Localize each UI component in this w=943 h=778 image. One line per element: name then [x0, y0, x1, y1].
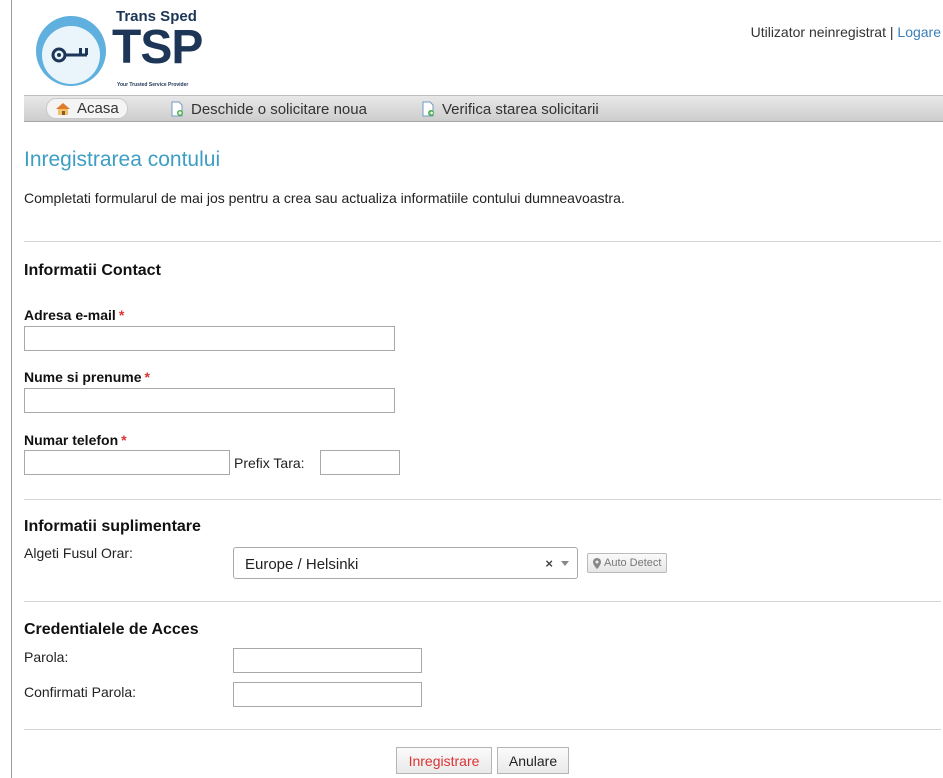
- timezone-label: Algeti Fusul Orar:: [24, 545, 133, 561]
- auto-detect-label: Auto Detect: [604, 557, 662, 569]
- country-prefix-field[interactable]: [320, 450, 400, 475]
- confirm-password-label: Confirmati Parola:: [24, 684, 137, 700]
- divider: [24, 601, 941, 602]
- map-marker-icon: [593, 557, 601, 569]
- timezone-value: Europe / Helsinki: [245, 556, 359, 573]
- phone-label-text: Numar telefon: [24, 432, 119, 448]
- required-mark: *: [144, 369, 150, 385]
- home-icon: [56, 102, 70, 115]
- user-separator: |: [889, 24, 894, 40]
- timezone-select[interactable]: Europe / Helsinki ×: [233, 547, 578, 579]
- chevron-down-icon[interactable]: [561, 561, 569, 566]
- required-mark: *: [121, 432, 127, 448]
- nav-item-check-status[interactable]: Verifica starea solicitarii: [412, 98, 607, 120]
- phone-field[interactable]: [24, 450, 230, 475]
- required-mark: *: [118, 307, 125, 323]
- section-title-extra: Informatii suplimentare: [24, 518, 201, 535]
- nav-label-new-request: Deschide o solicitare noua: [191, 100, 367, 118]
- main-nav: Acasa Deschide o solicitare noua Verific…: [24, 95, 943, 122]
- logo-circle: [36, 16, 106, 86]
- site-logo[interactable]: Trans Sped TSP Your Trusted Service Prov…: [36, 8, 216, 88]
- user-bar: Utilizator neinregistrat | Logare: [751, 24, 941, 40]
- logo-tsp: TSP: [112, 21, 203, 74]
- section-title-credentials: Credentialele de Acces: [24, 621, 199, 638]
- user-status: Utilizator neinregistrat: [750, 24, 886, 40]
- nav-label-home: Acasa: [77, 100, 119, 117]
- prefix-label: Prefix Tara:: [234, 455, 305, 471]
- cancel-button[interactable]: Anulare: [497, 747, 569, 774]
- nav-item-home[interactable]: Acasa: [46, 98, 128, 119]
- page-title: Inregistrarea contului: [24, 148, 221, 171]
- email-field[interactable]: [24, 326, 395, 351]
- nav-label-check-status: Verifica starea solicitarii: [442, 100, 599, 118]
- page-border: [11, 0, 12, 778]
- section-title-contact: Informatii Contact: [24, 262, 161, 279]
- nav-item-new-request[interactable]: Deschide o solicitare noua: [161, 98, 375, 120]
- name-label: Nume si prenume *: [24, 369, 150, 385]
- key-icon: [42, 26, 100, 84]
- document-arrow-icon: [422, 101, 434, 117]
- page-intro: Completati formularul de mai jos pentru …: [24, 190, 625, 206]
- register-button[interactable]: Inregistrare: [396, 747, 492, 774]
- password-label: Parola:: [24, 649, 69, 665]
- email-label: Adresa e-mail *: [24, 307, 124, 323]
- password-field[interactable]: [233, 648, 422, 673]
- clear-icon[interactable]: ×: [545, 556, 553, 571]
- confirm-password-field[interactable]: [233, 682, 422, 707]
- auto-detect-button[interactable]: Auto Detect: [587, 553, 668, 573]
- phone-label: Numar telefon *: [24, 432, 127, 448]
- name-field[interactable]: [24, 388, 395, 413]
- logo-tagline: Your Trusted Service Provider: [117, 82, 189, 88]
- name-label-text: Nume si prenume: [24, 369, 142, 385]
- divider: [24, 499, 941, 500]
- new-document-icon: [171, 101, 183, 117]
- divider: [24, 241, 941, 242]
- login-link[interactable]: Logare: [897, 24, 941, 40]
- divider: [24, 729, 941, 730]
- email-label-text: Adresa e-mail: [24, 307, 116, 323]
